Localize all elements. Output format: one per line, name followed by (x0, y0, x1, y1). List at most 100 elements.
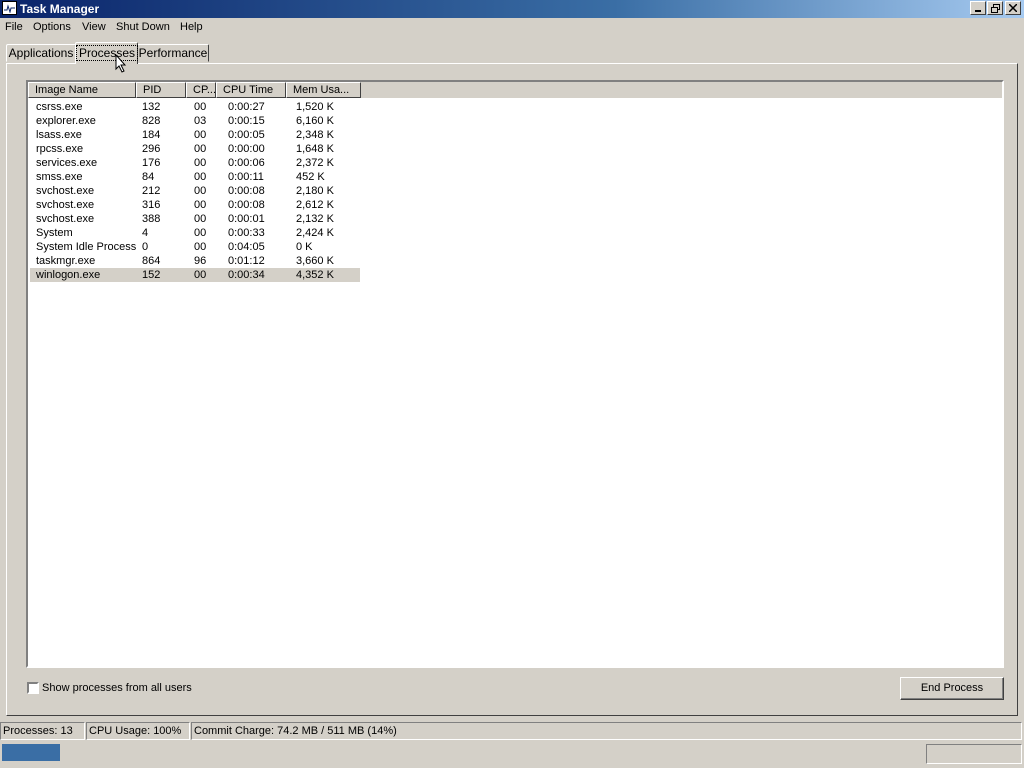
cell-cpu-time: 0:00:05 (228, 129, 265, 141)
cell-image-name: winlogon.exe (36, 269, 101, 281)
cell-pid: 212 (142, 185, 161, 197)
restore-button[interactable] (987, 1, 1003, 15)
close-button[interactable] (1005, 1, 1021, 15)
cell-image-name: svchost.exe (36, 185, 95, 197)
cell-pid: 864 (142, 255, 161, 267)
cell-pid: 184 (142, 129, 161, 141)
tab-processes-label: Processes (76, 45, 139, 61)
cell-cpu-time: 0:00:08 (228, 199, 265, 211)
show-all-users-label[interactable]: Show processes from all users (42, 682, 192, 694)
cell-cpu: 00 (194, 171, 207, 183)
minimize-button[interactable] (970, 1, 986, 15)
column-image-name[interactable]: Image Name (28, 82, 136, 98)
tab-processes[interactable]: Processes (75, 42, 139, 64)
window-title: Task Manager (20, 2, 100, 16)
cell-cpu-time: 0:00:33 (228, 227, 265, 239)
cell-cpu-time: 0:04:05 (228, 241, 265, 253)
cell-mem-usage: 2,348 K (296, 129, 334, 141)
table-row[interactable]: explorer.exe 828 03 0:00:15 6,160 K (30, 114, 360, 128)
cell-cpu: 00 (194, 213, 207, 225)
show-all-users-checkbox[interactable] (27, 682, 39, 694)
cell-cpu-time: 0:01:12 (228, 255, 265, 267)
tab-applications[interactable]: Applications (6, 44, 76, 62)
minimize-icon (975, 10, 981, 12)
status-bar: Processes: 13 CPU Usage: 100% Commit Cha… (0, 721, 1024, 741)
cell-image-name: rpcss.exe (36, 143, 84, 155)
cell-mem-usage: 1,520 K (296, 101, 334, 113)
cell-cpu-time: 0:00:06 (228, 157, 265, 169)
menu-options[interactable]: Options (33, 21, 71, 33)
cell-cpu-time: 0:00:01 (228, 213, 265, 225)
menu-file[interactable]: File (5, 21, 23, 33)
cell-pid: 0 (142, 241, 149, 253)
tab-applications-label: Applications (8, 46, 74, 60)
tab-performance[interactable]: Performance (137, 44, 209, 62)
table-row[interactable]: System 4 00 0:00:33 2,424 K (30, 226, 360, 240)
cell-image-name: smss.exe (36, 171, 83, 183)
cell-cpu-time: 0:00:08 (228, 185, 265, 197)
column-mem-usage[interactable]: Mem Usa... (286, 82, 361, 98)
menu-bar: File Options View Shut Down Help (0, 19, 1024, 37)
cell-cpu-time: 0:00:15 (228, 115, 265, 127)
cell-cpu: 03 (194, 115, 207, 127)
cell-mem-usage: 452 K (296, 171, 325, 183)
cell-image-name: taskmgr.exe (36, 255, 96, 267)
cell-pid: 316 (142, 199, 161, 211)
cell-mem-usage: 1,648 K (296, 143, 334, 155)
cell-mem-usage: 6,160 K (296, 115, 334, 127)
tray-area (926, 744, 1022, 764)
cell-mem-usage: 3,660 K (296, 255, 334, 267)
cell-cpu: 00 (194, 101, 207, 113)
table-row[interactable]: svchost.exe 388 00 0:00:01 2,132 K (30, 212, 360, 226)
column-cpu-time[interactable]: CPU Time (216, 82, 286, 98)
cell-pid: 132 (142, 101, 161, 113)
cell-cpu: 96 (194, 255, 207, 267)
end-process-button[interactable]: End Process (900, 677, 1004, 700)
cell-image-name: lsass.exe (36, 129, 82, 141)
cell-mem-usage: 2,180 K (296, 185, 334, 197)
cell-pid: 84 (142, 171, 155, 183)
status-commit-charge: Commit Charge: 74.2 MB / 511 MB (14%) (191, 722, 1022, 740)
table-row[interactable]: taskmgr.exe 864 96 0:01:12 3,660 K (30, 254, 360, 268)
cell-pid: 296 (142, 143, 161, 155)
cell-mem-usage: 2,372 K (296, 157, 334, 169)
column-cpu[interactable]: CP... (186, 82, 216, 98)
cell-cpu: 00 (194, 129, 207, 141)
mouse-cursor-icon (115, 54, 127, 73)
cell-cpu: 00 (194, 185, 207, 197)
cell-image-name: explorer.exe (36, 115, 96, 127)
taskbar-button[interactable] (2, 744, 60, 761)
status-cpu-usage: CPU Usage: 100% (86, 722, 190, 740)
table-row[interactable]: lsass.exe 184 00 0:00:05 2,348 K (30, 128, 360, 142)
table-row[interactable]: System Idle Process 0 00 0:04:05 0 K (30, 240, 360, 254)
menu-help[interactable]: Help (180, 21, 203, 33)
cell-mem-usage: 4,352 K (296, 269, 334, 281)
table-row[interactable]: smss.exe 84 00 0:00:11 452 K (30, 170, 360, 184)
cell-pid: 828 (142, 115, 161, 127)
table-row[interactable]: csrss.exe 132 00 0:00:27 1,520 K (30, 100, 360, 114)
cell-image-name: svchost.exe (36, 213, 95, 225)
cell-image-name: svchost.exe (36, 199, 95, 211)
cell-pid: 4 (142, 227, 149, 239)
cell-cpu: 00 (194, 269, 207, 281)
table-row[interactable]: svchost.exe 212 00 0:00:08 2,180 K (30, 184, 360, 198)
cell-cpu: 00 (194, 143, 207, 155)
status-processes: Processes: 13 (0, 722, 85, 740)
cell-pid: 152 (142, 269, 161, 281)
table-row[interactable]: rpcss.exe 296 00 0:00:00 1,648 K (30, 142, 360, 156)
cell-image-name: System (36, 227, 73, 239)
cell-mem-usage: 0 K (296, 241, 313, 253)
cell-cpu: 00 (194, 241, 207, 253)
cell-cpu: 00 (194, 199, 207, 211)
table-row[interactable]: winlogon.exe 152 00 0:00:34 4,352 K (30, 268, 360, 282)
menu-view[interactable]: View (82, 21, 106, 33)
cell-mem-usage: 2,132 K (296, 213, 334, 225)
process-list[interactable]: Image Name PID CP... CPU Time Mem Usa...… (26, 80, 1004, 668)
cell-cpu: 00 (194, 227, 207, 239)
table-row[interactable]: services.exe 176 00 0:00:06 2,372 K (30, 156, 360, 170)
menu-shut-down[interactable]: Shut Down (116, 21, 170, 33)
title-bar[interactable]: Task Manager (0, 0, 1024, 18)
cell-cpu-time: 0:00:27 (228, 101, 265, 113)
table-row[interactable]: svchost.exe 316 00 0:00:08 2,612 K (30, 198, 360, 212)
column-pid[interactable]: PID (136, 82, 186, 98)
